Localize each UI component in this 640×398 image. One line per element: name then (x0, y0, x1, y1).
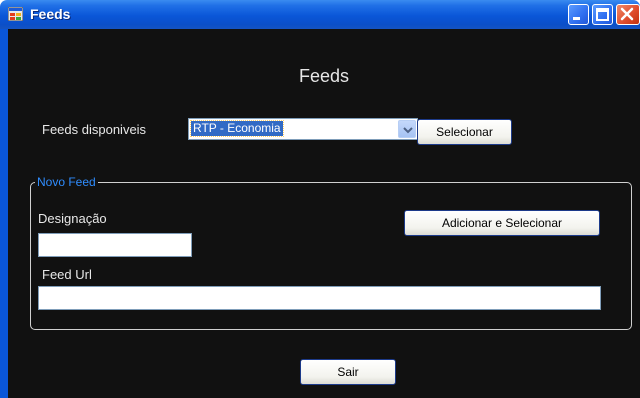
add-and-select-button[interactable]: Adicionar e Selecionar (404, 210, 600, 236)
combobox-dropdown-button[interactable] (398, 120, 416, 138)
close-button[interactable] (616, 4, 640, 25)
new-feed-group-title: Novo Feed (35, 175, 98, 189)
feeds-combobox-value: RTP - Economia (190, 120, 284, 137)
maximize-button[interactable] (592, 4, 613, 25)
maximize-icon (596, 8, 609, 21)
title-bar[interactable]: Feeds (0, 0, 640, 29)
exit-button[interactable]: Sair (300, 359, 396, 385)
close-icon (620, 7, 634, 21)
chevron-down-icon (403, 127, 413, 134)
client-area: Feeds Feeds disponiveis RTP - Economia S… (8, 29, 640, 398)
feeds-window: Feeds Feeds Feeds disponiveis RTP - Econ… (0, 0, 640, 398)
feeds-available-label: Feeds disponiveis (42, 122, 147, 137)
designation-input[interactable] (38, 233, 192, 257)
app-icon (7, 6, 24, 22)
page-title: Feeds (298, 66, 350, 86)
minimize-button[interactable] (568, 4, 589, 25)
feed-url-label: Feed Url (42, 267, 92, 282)
select-button[interactable]: Selecionar (417, 119, 512, 145)
designation-label: Designação (38, 211, 107, 226)
feed-url-input[interactable] (38, 286, 601, 310)
window-title: Feeds (30, 6, 71, 22)
minimize-icon (573, 17, 580, 20)
feeds-combobox[interactable]: RTP - Economia (188, 118, 418, 140)
